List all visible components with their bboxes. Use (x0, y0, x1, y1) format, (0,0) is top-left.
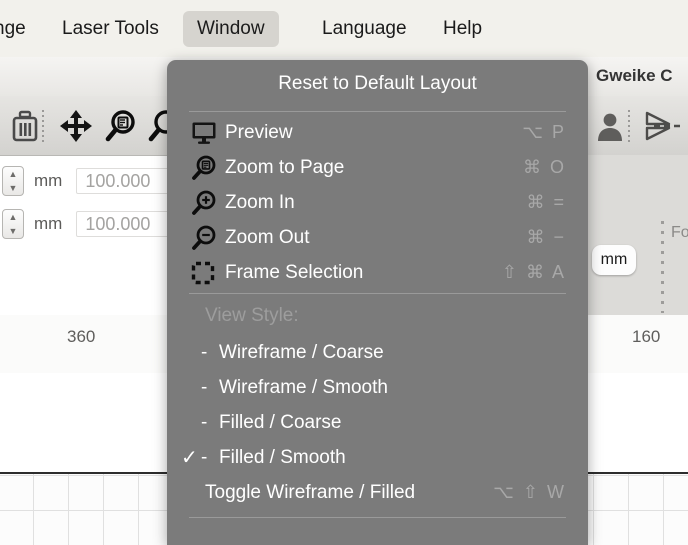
dashed-rect-icon (191, 261, 225, 285)
unit-toggle-label: mm (601, 251, 628, 269)
menu-item-label: Zoom In (225, 192, 295, 214)
menu-item-shortcut: ⌘ − (526, 227, 566, 248)
stepper-down-icon: ▼ (9, 227, 18, 236)
menubar-item-help[interactable]: Help (429, 11, 496, 47)
menu-item-zoom-to-page[interactable]: Zoom to Page ⌘ O (167, 150, 588, 185)
menu-item-label: Zoom to Page (225, 157, 344, 179)
menubar-item-language[interactable]: Language (308, 11, 421, 47)
panel-label: Fo (671, 224, 688, 242)
window-title: Gweike C (596, 66, 673, 86)
move-icon[interactable] (55, 105, 97, 147)
view-style-section-label: View Style: (167, 297, 588, 335)
menu-item-label: Wireframe / Coarse (219, 342, 384, 364)
menu-item-preview[interactable]: Preview ⌥ P (167, 115, 588, 150)
menu-item-wireframe-coarse[interactable]: - Wireframe / Coarse (167, 335, 588, 370)
stepper-up-icon: ▲ (9, 170, 18, 179)
menu-item-filled-smooth[interactable]: ✓ - Filled / Smooth (167, 440, 588, 475)
menu-item-label: Zoom Out (225, 227, 309, 249)
height-unit-label: mm (34, 214, 62, 234)
width-unit-label: mm (34, 171, 62, 191)
menu-divider (189, 111, 566, 112)
width-value: 100.000 (85, 171, 150, 192)
zoom-to-page-icon[interactable] (100, 105, 142, 147)
menu-item-shortcut: ⌘ O (523, 157, 566, 178)
stepper-up-icon: ▲ (9, 213, 18, 222)
menu-divider (189, 293, 566, 294)
app-root: Gweike C (0, 0, 688, 545)
monitor-icon (191, 121, 225, 145)
stepper-down-icon: ▼ (9, 184, 18, 193)
menubar-item-laser-tools[interactable]: Laser Tools (48, 11, 173, 47)
menu-divider (189, 517, 566, 518)
menu-item-label: Preview (225, 122, 293, 144)
menu-item-shortcut: ⌥ ⇧ W (493, 482, 566, 503)
ruler-tick-label: 160 (632, 327, 660, 347)
window-dropdown-menu: Reset to Default Layout Preview ⌥ P (167, 60, 588, 545)
toolbar-separator (42, 110, 44, 142)
flip-horizontal-icon[interactable] (643, 105, 685, 147)
menu-item-zoom-in[interactable]: Zoom In ⌘ = (167, 185, 588, 220)
menu-item-label: Wireframe / Smooth (219, 377, 388, 399)
menu-item-shortcut: ⇧ ⌘ A (502, 262, 566, 283)
trash-icon[interactable] (4, 105, 46, 147)
person-icon[interactable] (589, 105, 631, 147)
menu-item-frame-selection[interactable]: Frame Selection ⇧ ⌘ A (167, 255, 588, 290)
menu-bar: nge Laser Tools Window Language Help (0, 0, 688, 57)
menu-item-label: Filled / Coarse (219, 412, 342, 434)
menu-item-dash: - (201, 377, 219, 399)
menu-item-filled-coarse[interactable]: - Filled / Coarse (167, 405, 588, 440)
width-stepper[interactable]: ▲ ▼ (2, 166, 24, 196)
menu-item-shortcut: ⌘ = (526, 192, 566, 213)
toolbar-separator-right (628, 110, 630, 142)
menu-item-reset-layout[interactable]: Reset to Default Layout (167, 60, 588, 108)
menu-item-label: Filled / Smooth (219, 447, 346, 469)
menu-item-dash: - (201, 412, 219, 434)
menubar-item-change[interactable]: nge (0, 11, 40, 47)
menu-item-label: Toggle Wireframe / Filled (205, 482, 415, 504)
zoom-out-icon (191, 225, 225, 251)
height-stepper[interactable]: ▲ ▼ (2, 209, 24, 239)
panel-drag-handle[interactable] (661, 221, 664, 313)
menubar-item-window[interactable]: Window (183, 11, 279, 47)
height-value: 100.000 (85, 214, 150, 235)
menu-item-label: Frame Selection (225, 262, 363, 284)
menu-item-toggle-wireframe-filled[interactable]: Toggle Wireframe / Filled ⌥ ⇧ W (167, 475, 588, 510)
zoom-in-icon (191, 190, 225, 216)
menu-item-wireframe-smooth[interactable]: - Wireframe / Smooth (167, 370, 588, 405)
menu-item-dash: - (201, 447, 219, 469)
menu-item-shortcut: ⌥ P (522, 122, 566, 143)
unit-toggle-button[interactable]: mm (592, 245, 636, 275)
ruler-tick-label: 360 (67, 327, 95, 347)
menu-item-dash: - (201, 342, 219, 364)
zoom-page-icon (191, 155, 225, 181)
menu-item-zoom-out[interactable]: Zoom Out ⌘ − (167, 220, 588, 255)
checkmark-icon: ✓ (181, 448, 201, 468)
